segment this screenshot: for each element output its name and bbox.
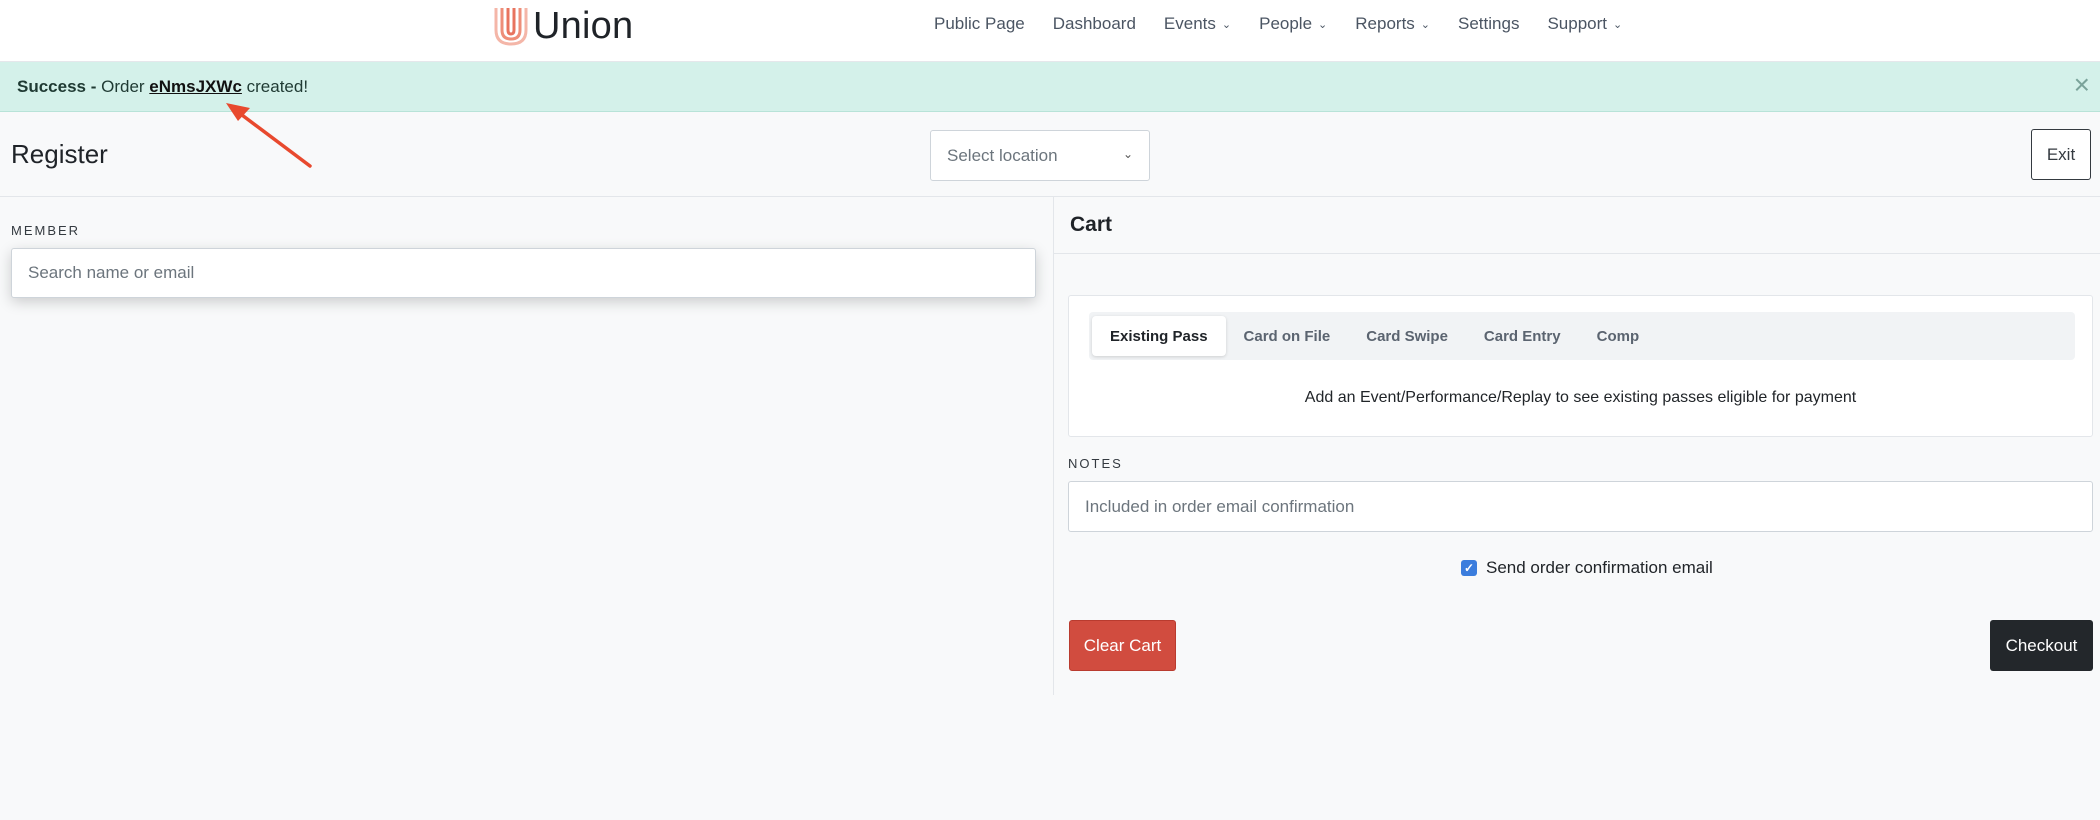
main-nav: Public Page Dashboard Events ⌄ People ⌄ Re… <box>934 14 1650 34</box>
clear-cart-button[interactable]: Clear Cart <box>1069 620 1176 671</box>
cart-title: Cart <box>1070 213 1113 236</box>
nav-label: Reports <box>1355 14 1415 33</box>
success-alert: Success - Order eNmsJXWc created! × <box>0 62 2100 112</box>
checkout-button[interactable]: Checkout <box>1990 620 2093 671</box>
nav-settings[interactable]: Settings <box>1458 14 1519 34</box>
nav-label: Settings <box>1458 14 1520 33</box>
nav-events[interactable]: Events ⌄ <box>1164 14 1231 34</box>
nav-label: Support <box>1547 14 1607 33</box>
chevron-down-icon: ⌄ <box>1420 18 1431 31</box>
column-divider <box>1053 197 1054 695</box>
nav-support[interactable]: Support ⌄ <box>1547 14 1622 34</box>
send-confirmation-row[interactable]: ✓ Send order confirmation email <box>1461 558 1713 578</box>
page-title: Register <box>11 139 108 169</box>
alert-status: Success <box>17 77 86 96</box>
tab-card-swipe[interactable]: Card Swipe <box>1348 316 1466 356</box>
tab-card-on-file[interactable]: Card on File <box>1226 316 1349 356</box>
tab-card-entry[interactable]: Card Entry <box>1466 316 1579 356</box>
alert-prefix: Order <box>101 77 150 96</box>
chevron-down-icon: ⌄ <box>1122 147 1133 161</box>
notes-label: NOTES <box>1068 456 1123 471</box>
chevron-down-icon: ⌄ <box>1221 18 1232 31</box>
payment-panel: Existing Pass Card on File Card Swipe Ca… <box>1068 295 2093 437</box>
location-select[interactable]: Select location ⌄ <box>930 130 1150 181</box>
member-label: MEMBER <box>11 223 81 238</box>
nav-label: People <box>1259 14 1313 33</box>
order-link[interactable]: eNmsJXWc <box>149 77 242 96</box>
close-icon[interactable]: × <box>2074 71 2090 99</box>
register-header: Register Select location ⌄ Exit <box>0 112 2100 197</box>
location-placeholder: Select location <box>947 146 1058 165</box>
brand-name: Union <box>533 4 634 47</box>
tab-comp[interactable]: Comp <box>1579 316 1658 356</box>
nav-people[interactable]: People ⌄ <box>1259 14 1327 34</box>
send-confirmation-label: Send order confirmation email <box>1486 558 1713 577</box>
tab-existing-pass[interactable]: Existing Pass <box>1092 316 1226 356</box>
brand-logo[interactable]: Union <box>493 4 633 48</box>
nav-label: Dashboard <box>1052 14 1136 33</box>
exit-button[interactable]: Exit <box>2031 129 2091 180</box>
notes-input[interactable] <box>1068 481 2093 532</box>
top-navbar: Union Public Page Dashboard Events ⌄ Peop… <box>0 0 2100 62</box>
alert-suffix: created! <box>241 77 309 96</box>
payment-tabs: Existing Pass Card on File Card Swipe Ca… <box>1089 312 2075 360</box>
nav-public-page[interactable]: Public Page <box>934 14 1025 34</box>
chevron-down-icon: ⌄ <box>1318 18 1328 31</box>
send-confirmation-checkbox[interactable]: ✓ <box>1461 560 1477 576</box>
alert-separator: - <box>86 77 102 96</box>
nav-dashboard[interactable]: Dashboard <box>1053 14 1136 34</box>
nav-label: Public Page <box>934 14 1025 33</box>
payment-message: Add an Event/Performance/Replay to see e… <box>1304 389 1857 406</box>
chevron-down-icon: ⌄ <box>1613 18 1623 31</box>
union-logo-icon <box>494 8 528 46</box>
nav-reports[interactable]: Reports ⌄ <box>1355 14 1430 34</box>
alert-message: Success - Order eNmsJXWc created! <box>17 77 308 97</box>
nav-label: Events <box>1163 14 1216 33</box>
member-search-input[interactable] <box>11 248 1036 298</box>
cart-divider <box>1054 253 2100 254</box>
